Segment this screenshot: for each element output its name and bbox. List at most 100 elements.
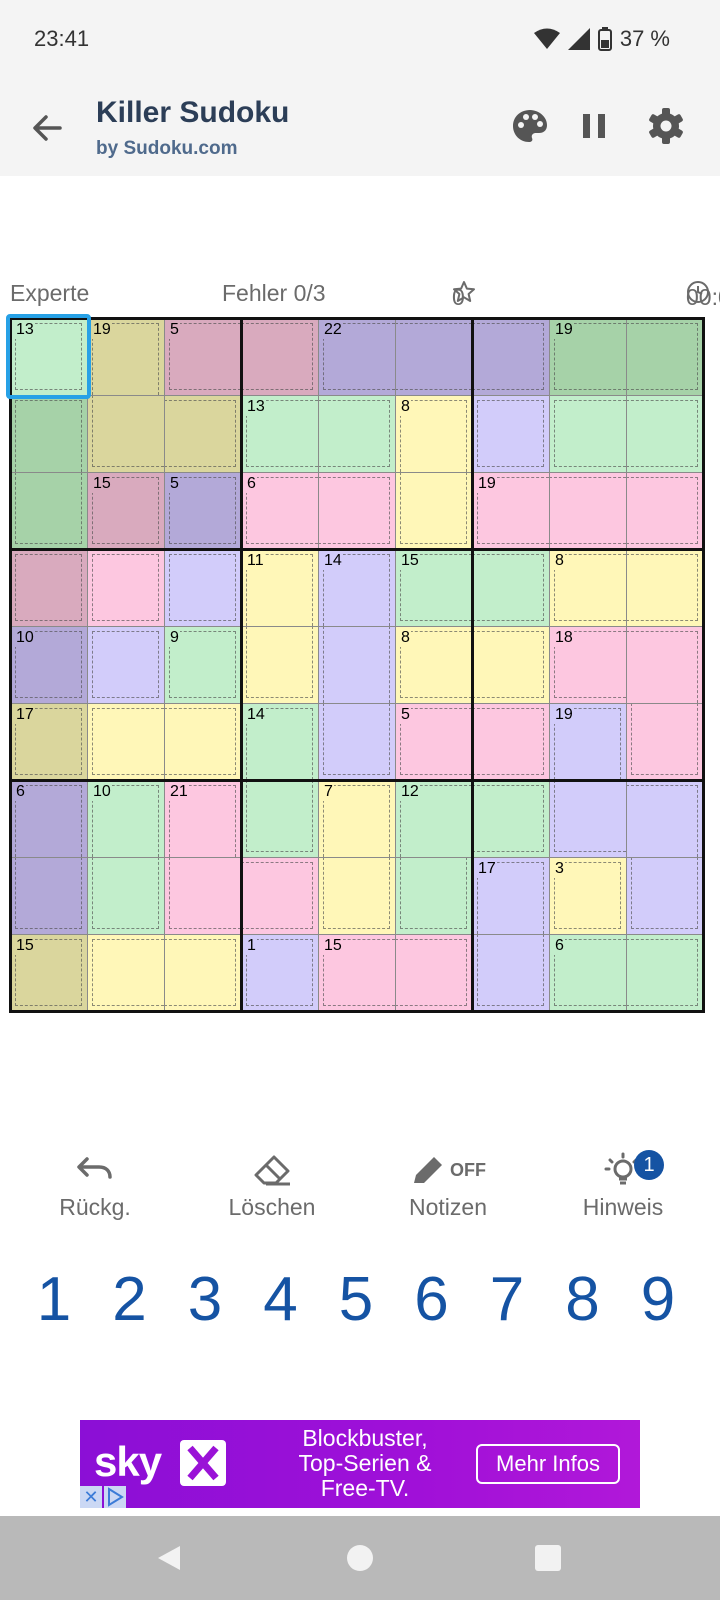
grid-cell-r1c7[interactable] xyxy=(472,318,549,395)
cage-sum: 10 xyxy=(92,783,112,801)
settings-button[interactable] xyxy=(644,104,688,148)
number-button-2[interactable]: 2 xyxy=(100,1264,160,1335)
ad-choices-icon[interactable] xyxy=(104,1486,126,1508)
cage-sum: 14 xyxy=(323,552,343,570)
grid-cell-r9c6[interactable] xyxy=(395,934,472,1011)
hint-button[interactable]: 1 Hinweis xyxy=(548,1150,698,1221)
grid-cell-r8c1[interactable] xyxy=(10,857,87,934)
cage-outline xyxy=(472,631,544,698)
grid-cell-r5c2[interactable] xyxy=(87,626,164,703)
nav-back-button[interactable] xyxy=(154,1542,186,1574)
nav-home-button[interactable] xyxy=(344,1542,376,1574)
nav-recents-button[interactable] xyxy=(532,1542,564,1574)
battery-percent: 37 % xyxy=(619,26,670,51)
grid-cell-r2c8[interactable] xyxy=(549,395,626,472)
grid-cell-r9c7[interactable] xyxy=(472,934,549,1011)
erase-button[interactable]: Löschen xyxy=(197,1150,347,1221)
grid-cell-r2c7[interactable] xyxy=(472,395,549,472)
number-button-7[interactable]: 7 xyxy=(477,1264,537,1335)
grid-cell-r9c3[interactable] xyxy=(164,934,241,1011)
cage-sum: 8 xyxy=(400,398,411,416)
grid-line xyxy=(625,318,627,1011)
cage-outline xyxy=(626,400,698,467)
grid-cell-r6c5[interactable] xyxy=(318,703,395,780)
grid-cell-r2c5[interactable] xyxy=(318,395,395,472)
number-button-4[interactable]: 4 xyxy=(251,1264,311,1335)
arrow-left-icon xyxy=(33,115,62,141)
theme-button[interactable] xyxy=(508,104,552,148)
cage-sum: 3 xyxy=(554,860,565,878)
grid-cell-r3c6[interactable] xyxy=(395,472,472,549)
cage-sum: 5 xyxy=(169,321,180,339)
cage-outline xyxy=(92,939,164,1006)
grid-cell-r6c9[interactable] xyxy=(626,703,703,780)
grid-cell-r2c9[interactable] xyxy=(626,395,703,472)
grid-cell-r3c1[interactable] xyxy=(10,472,87,549)
grid-cell-r1c9[interactable] xyxy=(626,318,703,395)
back-button[interactable] xyxy=(26,106,70,150)
cage-sum: 17 xyxy=(15,706,35,724)
box-line xyxy=(239,316,243,1013)
cage-outline xyxy=(472,785,544,852)
grid-cell-r3c8[interactable] xyxy=(549,472,626,549)
grid-cell-r4c3[interactable] xyxy=(164,549,241,626)
grid-cell-r8c9[interactable] xyxy=(626,857,703,934)
grid-cell-r3c9[interactable] xyxy=(626,472,703,549)
grid-cell-r5c9[interactable] xyxy=(626,626,703,703)
grid-cell-r8c4[interactable] xyxy=(241,857,318,934)
cage-sum: 7 xyxy=(323,783,334,801)
grid-cell-r7c4[interactable] xyxy=(241,780,318,857)
grid-cell-r9c2[interactable] xyxy=(87,934,164,1011)
pause-button[interactable] xyxy=(572,104,616,148)
grid-cell-r5c4[interactable] xyxy=(241,626,318,703)
grid-cell-r8c3[interactable] xyxy=(164,857,241,934)
grid-cell-r4c9[interactable] xyxy=(626,549,703,626)
grid-line xyxy=(10,933,703,935)
ad-text-line3: Free-TV. xyxy=(320,1475,410,1501)
grid-cell-r8c5[interactable] xyxy=(318,857,395,934)
grid-cell-r4c2[interactable] xyxy=(87,549,164,626)
number-button-8[interactable]: 8 xyxy=(553,1264,613,1335)
cage-outline xyxy=(164,939,236,1006)
grid-cell-r7c9[interactable] xyxy=(626,780,703,857)
circle-home-icon xyxy=(347,1545,373,1571)
grid-cell-r4c1[interactable] xyxy=(10,549,87,626)
cage-sum: 6 xyxy=(554,937,565,955)
grid-cell-r5c7[interactable] xyxy=(472,626,549,703)
number-button-3[interactable]: 3 xyxy=(175,1264,235,1335)
square-recents-icon xyxy=(535,1545,561,1571)
grid-cell-r7c8[interactable] xyxy=(549,780,626,857)
ad-logo: sky xyxy=(94,1438,162,1485)
number-button-6[interactable]: 6 xyxy=(402,1264,462,1335)
undo-button[interactable]: Rückg. xyxy=(20,1150,170,1221)
ad-banner[interactable]: sky Blockbuster, Top-Serien & Free-TV. M… xyxy=(80,1420,640,1508)
grid-cell-r8c6[interactable] xyxy=(395,857,472,934)
grid-cell-r2c2[interactable] xyxy=(87,395,164,472)
grid-cell-r9c9[interactable] xyxy=(626,934,703,1011)
status-time: 23:41 xyxy=(34,26,90,51)
number-button-9[interactable]: 9 xyxy=(628,1264,688,1335)
grid-cell-r1c6[interactable] xyxy=(395,318,472,395)
grid-cell-r4c7[interactable] xyxy=(472,549,549,626)
grid-cell-r2c1[interactable] xyxy=(10,395,87,472)
grid-cell-r7c7[interactable] xyxy=(472,780,549,857)
number-button-1[interactable]: 1 xyxy=(24,1264,84,1335)
grid-cell-r6c7[interactable] xyxy=(472,703,549,780)
cage-sum: 15 xyxy=(92,475,112,493)
grid-cell-r5c5[interactable] xyxy=(318,626,395,703)
cage-sum: 18 xyxy=(554,629,574,647)
grid-cell-r1c4[interactable] xyxy=(241,318,318,395)
notes-button[interactable]: OFF Notizen xyxy=(373,1150,523,1221)
grid-cell-r2c3[interactable] xyxy=(164,395,241,472)
grid-cell-r6c3[interactable] xyxy=(164,703,241,780)
ad-more-info-button[interactable]: Mehr Infos xyxy=(476,1444,620,1484)
killer-sudoku-grid[interactable]: 13 19 5 22 19 13 8 15 5 6 19 11 14 15 8 10 9 8 18 17 14 5 19 6 1… xyxy=(6,314,705,1013)
triangle-back-icon xyxy=(158,1546,180,1570)
grid-cell-r3c5[interactable] xyxy=(318,472,395,549)
cage-outline xyxy=(164,708,236,775)
number-button-5[interactable]: 5 xyxy=(326,1264,386,1335)
difficulty-label: Experte xyxy=(10,280,90,306)
grid-cell-r6c2[interactable] xyxy=(87,703,164,780)
grid-cell-r8c2[interactable] xyxy=(87,857,164,934)
ad-close-icon[interactable]: ✕ xyxy=(80,1486,102,1508)
